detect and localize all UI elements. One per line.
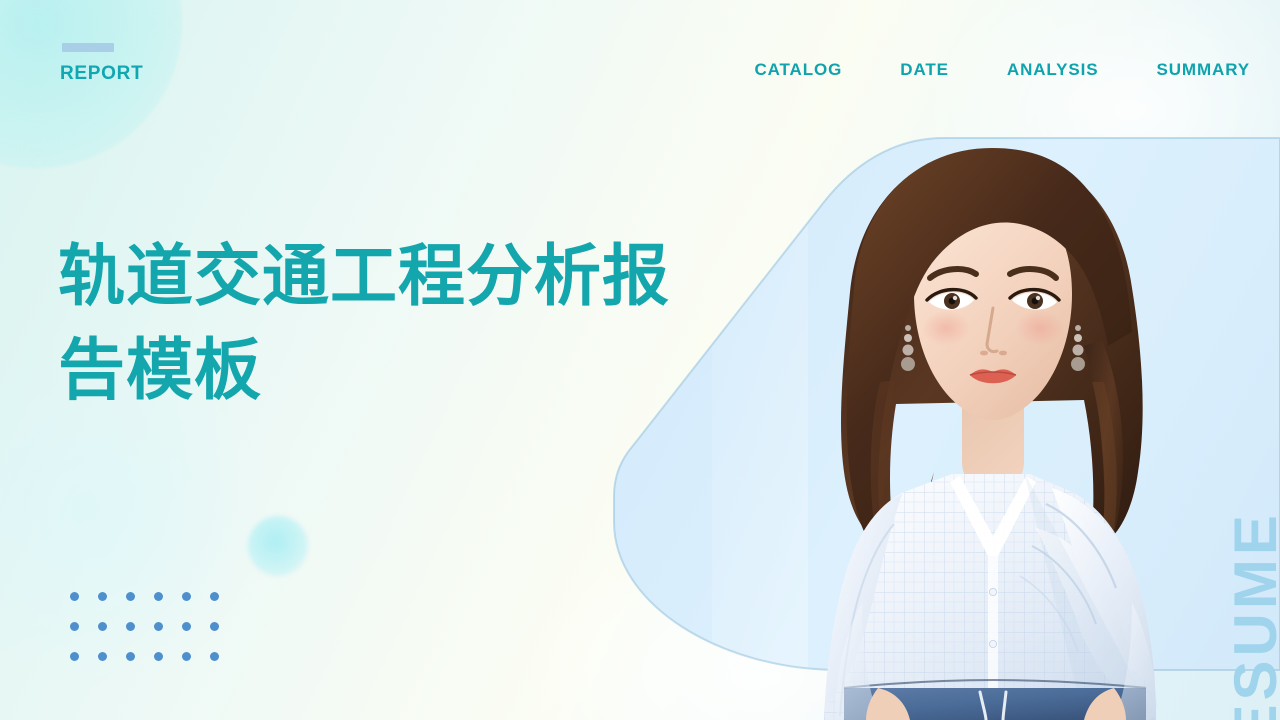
decor-blob-mid-left (248, 516, 308, 576)
report-brand-label: REPORT (60, 63, 144, 84)
grid-dot (210, 652, 219, 661)
grid-dot (98, 622, 107, 631)
grid-dot (154, 592, 163, 601)
cheek-right (1016, 310, 1064, 346)
grid-dot (210, 592, 219, 601)
nav-item-date[interactable]: DATE (900, 60, 949, 80)
nav-item-summary[interactable]: SUMMARY (1157, 60, 1251, 80)
report-accent-bar (62, 43, 114, 52)
nav-item-analysis[interactable]: ANALYSIS (1007, 60, 1099, 80)
grid-dot (98, 652, 107, 661)
presentation-slide: REPORT CATALOG DATE ANALYSIS SUMMARY 轨道交… (0, 0, 1280, 720)
button (988, 587, 997, 596)
grid-dot (182, 652, 191, 661)
top-navigation: CATALOG DATE ANALYSIS SUMMARY (754, 60, 1250, 80)
portrait-illustration (824, 148, 1157, 720)
grid-dot (70, 592, 79, 601)
grid-dot (126, 652, 135, 661)
cheek-left (922, 310, 970, 346)
grid-dot (210, 622, 219, 631)
portrait-photo (784, 132, 1204, 720)
dot-grid-decoration (70, 592, 238, 682)
grid-dot (98, 592, 107, 601)
button (988, 639, 997, 648)
grid-dot (126, 622, 135, 631)
resume-vertical-label: RESUME (1222, 511, 1280, 720)
grid-dot (182, 592, 191, 601)
grid-dot (70, 622, 79, 631)
grid-dot (182, 622, 191, 631)
grid-dot (70, 652, 79, 661)
nav-item-catalog[interactable]: CATALOG (754, 60, 842, 80)
grid-dot (154, 622, 163, 631)
grid-dot (154, 652, 163, 661)
grid-dot (126, 592, 135, 601)
